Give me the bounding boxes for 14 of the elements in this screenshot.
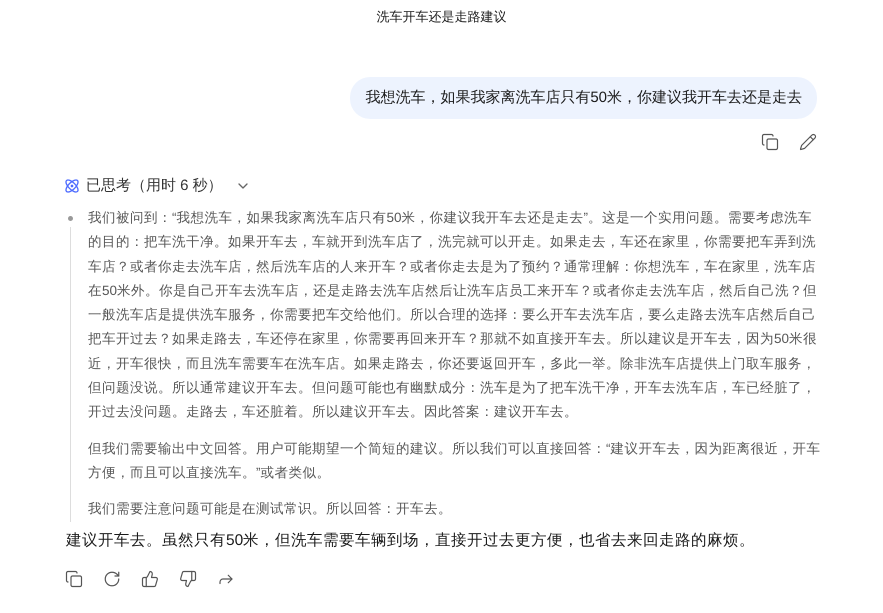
atom-icon	[64, 178, 80, 194]
thinking-paragraph: 我们需要注意问题可能是在测试常识。所以回答：开车去。	[88, 500, 453, 518]
copy-icon	[761, 133, 779, 151]
thinking-paragraph: 但我们需要输出中文回答。用户可能期望一个简短的建议。所以我们可以直接回答：“建议开车去，因为距离很近，开车方便，而且可以直接洗车。”或者类似。	[88, 440, 821, 482]
thinking-paragraph: 我们被问到：“我想洗车，如果我家离洗车店只有50米，你建议我开车去还是走去”。这是一个实用问题。需要考虑洗车的目的：把车洗干净。如果开车去，车就开到洗车店了，洗完就可以开走。如果走去，车还在家里，你需要把车弄到洗车店？或者你走去洗车店，然后洗车店的人来开车？或者你走去是为了预约？通常理解：你想洗车，车在家里，洗车店在50米外。你是自己开车去洗车店，还是走路去洗车店然后让洗车店员工来开车？或者你走去洗车店，然后自己洗？但一般洗车店是提供洗车服务，你需要把车交给他们。所以合理的选择：要么开车去洗车店，要么走路去洗车店然后自己把车开过去？如果走路去，车还停在家里，你需要再回来开车？那就不如直接开车去。所以建议是开车去，因为50米很近，开车很快，而且洗车需要车在洗车店。如果走路去，你还要返回开车，多此一举。除非洗车店提供上门取车服务，但问题没说。所以通常建议开车去。但问题可能也有幽默成分：洗车是为了把车洗干净，开车去洗车店，车已经脏了，开过去没问题。走路去，车还脏着。所以建议开车去。因此答案：建议开车去。	[88, 209, 818, 422]
user-message: 我想洗车，如果我家离洗车店只有50米，你建议我开车去还是走去	[350, 77, 817, 119]
thumbs-down-icon	[179, 570, 197, 588]
thinking-toggle[interactable]: 已思考（用时 6 秒）	[64, 174, 251, 198]
regenerate-icon	[103, 570, 121, 588]
copy-icon	[65, 570, 83, 588]
edit-icon	[799, 133, 817, 151]
thumbs-up-icon	[141, 570, 159, 588]
chat-title: 洗车开车还是走路建议	[376, 8, 506, 26]
answer-text: 建议开车去。虽然只有50米，但洗车需要车辆到场，直接开过去更方便，也省去来回走路的麻烦。	[66, 530, 756, 551]
